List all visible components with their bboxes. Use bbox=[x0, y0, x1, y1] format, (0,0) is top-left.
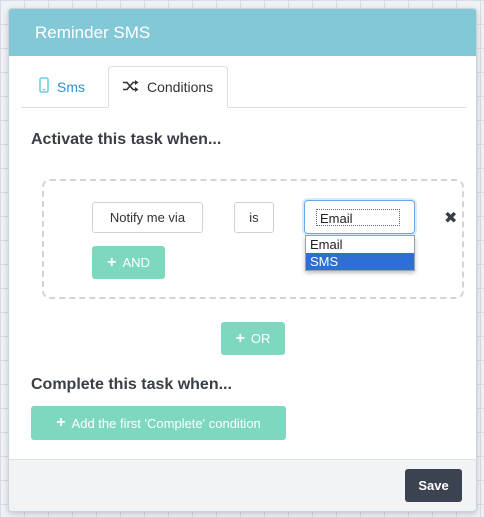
activate-section-title: Activate this task when... bbox=[31, 131, 222, 148]
condition-value-current: Email bbox=[316, 209, 400, 226]
modal-title: Reminder SMS bbox=[35, 23, 151, 42]
remove-condition-icon[interactable]: ✖ bbox=[444, 208, 457, 228]
add-or-label: OR bbox=[250, 331, 271, 346]
complete-section-title: Complete this task when... bbox=[31, 376, 232, 393]
plus-icon: + bbox=[107, 253, 117, 271]
tab-sms[interactable]: Sms bbox=[39, 66, 85, 107]
modal-footer: Save bbox=[9, 459, 476, 511]
dropdown-option-email[interactable]: Email bbox=[306, 236, 414, 253]
condition-value-dropdown: Email SMS bbox=[305, 235, 415, 271]
tab-conditions-label: Conditions bbox=[147, 79, 214, 95]
plus-icon: + bbox=[235, 329, 245, 347]
plus-icon: + bbox=[56, 414, 66, 431]
modal-header: Reminder SMS bbox=[9, 9, 476, 56]
add-and-button[interactable]: + AND bbox=[92, 246, 165, 279]
tab-conditions[interactable]: Conditions bbox=[108, 66, 228, 108]
add-complete-condition-label: Add the first 'Complete' condition bbox=[71, 415, 261, 431]
add-and-label: AND bbox=[122, 255, 150, 270]
tab-sms-label: Sms bbox=[57, 78, 85, 95]
add-complete-condition-button[interactable]: + Add the first 'Complete' condition bbox=[31, 406, 286, 440]
condition-value-select[interactable]: Email bbox=[304, 200, 415, 234]
reminder-sms-modal: Reminder SMS Sms Conditions Activate thi… bbox=[8, 8, 477, 512]
condition-operator-is[interactable]: is bbox=[234, 202, 274, 233]
tab-bar: Sms Conditions bbox=[21, 66, 466, 108]
dropdown-option-sms[interactable]: SMS bbox=[306, 253, 414, 270]
shuffle-icon bbox=[123, 79, 139, 95]
add-or-button[interactable]: + OR bbox=[221, 322, 285, 355]
save-button[interactable]: Save bbox=[405, 469, 462, 502]
condition-field-notify-via[interactable]: Notify me via bbox=[92, 202, 203, 233]
mobile-phone-icon bbox=[39, 77, 49, 96]
